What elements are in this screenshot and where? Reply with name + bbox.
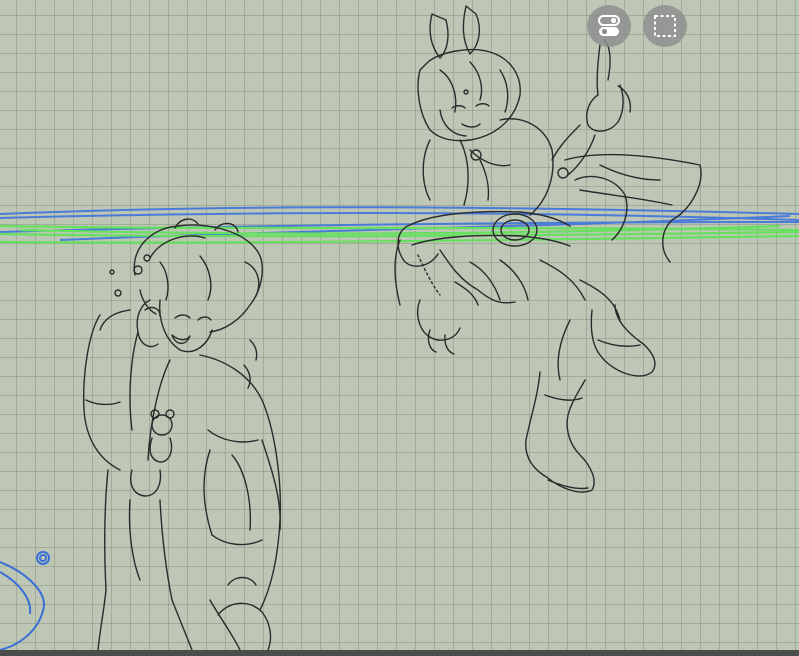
right-character — [394, 5, 702, 493]
left-character — [82, 218, 282, 650]
artwork-layer — [0, 5, 799, 650]
selection-button[interactable] — [643, 5, 687, 47]
toggle-button[interactable] — [587, 5, 631, 47]
toggle-switch-icon — [598, 15, 620, 36]
bottom-bar — [0, 650, 799, 656]
dashed-selection-icon — [654, 15, 676, 37]
blue-corner-sketch — [0, 551, 50, 650]
